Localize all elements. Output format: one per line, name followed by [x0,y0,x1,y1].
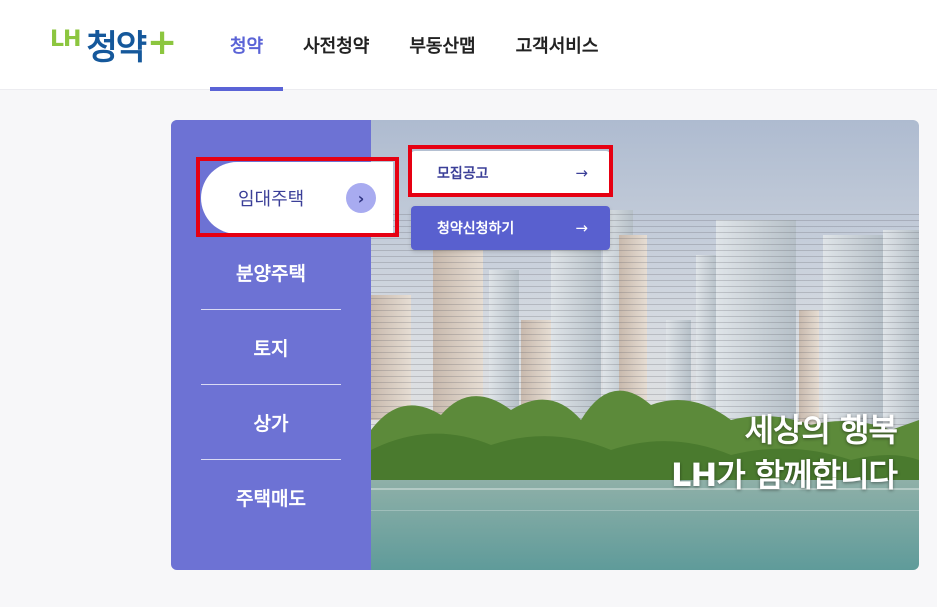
hero-slogan-line2: LH가 함께합니다 [671,456,898,494]
hero-slogan-line1: 세상의 행복 [744,411,898,449]
sidebar-item-land[interactable]: 토지 [201,310,341,385]
logo-lh-text: LH [50,26,81,52]
sidebar-item-house-sale[interactable]: 주택매도 [201,460,341,535]
nav-item-customer-service[interactable]: 고객서비스 [496,0,619,90]
sidebar-item-rental-housing[interactable]: 임대주택 › [201,162,393,234]
arrow-right-icon: → [575,219,588,237]
nav-item-pre-subscription[interactable]: 사전청약 [283,0,389,90]
site-header: LH 청약 + 청약 사전청약 부동산맵 고객서비스 [0,0,937,91]
arrow-right-icon: → [575,164,588,182]
lh-logo[interactable]: LH 청약 + [50,18,177,70]
sidebar-item-sale-housing[interactable]: 분양주택 [201,235,341,310]
apply-subscription-button[interactable]: 청약신청하기 → [411,206,610,250]
sidebar-item-label: 임대주택 [238,189,305,210]
chevron-right-icon: › [346,183,376,213]
recruitment-notice-button[interactable]: 모집공고 → [411,151,610,195]
submenu-label: 모집공고 [437,166,489,182]
submenu-label: 청약신청하기 [437,221,515,237]
main-nav: 청약 사전청약 부동산맵 고객서비스 [210,0,619,91]
logo-main-text: 청약 [86,27,147,68]
nav-item-realestate-map[interactable]: 부동산맵 [389,0,495,90]
nav-item-subscription[interactable]: 청약 [210,0,284,91]
logo-plus-icon: + [147,21,178,63]
sidebar-item-commercial[interactable]: 상가 [201,385,341,460]
